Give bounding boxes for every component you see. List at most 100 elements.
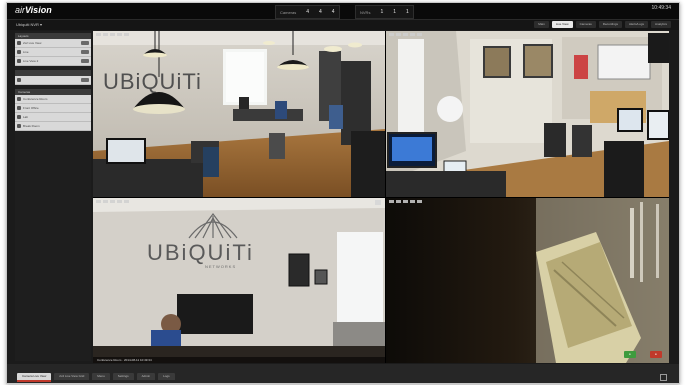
camera-stat-value: 4 — [331, 9, 335, 15]
layout-item-label: Live View 2 — [23, 59, 39, 63]
app-logo[interactable]: airVision — [15, 5, 52, 15]
logo-name: Vision — [25, 5, 52, 15]
camera-tool-icon[interactable] — [96, 33, 101, 36]
camera-stats: Cameras 4 4 4 — [275, 5, 340, 19]
fullscreen-icon[interactable] — [660, 374, 667, 381]
layout-icon — [17, 41, 21, 45]
camera-tool-icon[interactable] — [403, 33, 408, 36]
camera-item-label: Front Office — [23, 106, 39, 110]
layout-icon — [17, 59, 21, 63]
camera-list-item[interactable]: Front Office — [15, 104, 91, 113]
live-view-grid: UBiQUiTi UBiQUiTi NETWORKS Conference Ro… — [93, 31, 669, 363]
camera-item-label: Break Room — [23, 124, 40, 128]
camera-icon — [17, 115, 21, 119]
camera-tool-icon[interactable] — [103, 33, 108, 36]
view-item[interactable] — [15, 76, 91, 85]
camera-list-item[interactable]: Lab — [15, 113, 91, 122]
layout-item[interactable]: 2x2 Live View — [15, 39, 91, 48]
layout-item-label: 2x2 Live View — [23, 41, 42, 45]
airvision-window: airVision Cameras 4 4 4 NVRs 1 1 1 10:49… — [6, 2, 680, 384]
chevron-down-icon: ▾ — [40, 22, 43, 27]
camera-stat: 4 — [332, 9, 335, 15]
bottom-bar: Camera Live View 2x2 Live View Grid Menu… — [7, 364, 679, 383]
tab-live-view[interactable]: Live View — [551, 21, 573, 28]
layout-item[interactable]: Live — [15, 48, 91, 57]
layout-icon — [17, 50, 21, 54]
layout-item[interactable]: Live View 2 — [15, 57, 91, 66]
camera-list-item[interactable]: Break Room — [15, 122, 91, 131]
camera-settings-icon[interactable] — [375, 200, 381, 205]
camera-stat: 4 — [319, 9, 322, 15]
go-live-button[interactable]: ● — [624, 351, 636, 358]
camera-tool-icon[interactable] — [396, 33, 401, 36]
camera-feed-office[interactable]: UBiQUiTi — [93, 31, 385, 197]
layout-actions-icon[interactable] — [81, 50, 89, 54]
camera-item-label: Conference Room — [23, 97, 48, 101]
clock-time: 10:49:34 — [651, 5, 671, 11]
bottom-tab-grid[interactable]: 2x2 Live View Grid — [54, 373, 90, 380]
record-button[interactable]: ● — [650, 351, 662, 358]
side-office-image — [386, 31, 669, 197]
tab-cameras[interactable]: Cameras — [575, 21, 596, 28]
camera-stat-value: 4 — [306, 9, 310, 15]
nav-tabs: Main Live View Cameras Recordings Alerts… — [534, 21, 671, 28]
camera-tool-icon[interactable] — [410, 33, 415, 36]
camera-tool-icon[interactable] — [417, 33, 422, 36]
nvr-stat-value: 1 — [406, 9, 409, 15]
camera-tool-icon[interactable] — [110, 200, 115, 203]
view-actions-icon[interactable] — [81, 78, 89, 82]
bottom-tab-camera-live[interactable]: Camera Live View — [17, 373, 52, 382]
bottom-tab-menu[interactable]: Menu — [92, 373, 110, 380]
tab-recordings[interactable]: Recordings — [598, 21, 622, 28]
svg-text:UBiQUiTi: UBiQUiTi — [147, 240, 254, 265]
camera-toolbar — [96, 33, 129, 36]
camera-tool-icon[interactable] — [403, 200, 408, 203]
camera-toolbar — [96, 200, 129, 203]
camera-caption: Conference Room · 2014-08-11 10:49:34 — [93, 357, 385, 363]
tab-analytics[interactable]: Analytics — [650, 21, 671, 28]
nvr-stat: 1 — [380, 9, 383, 15]
nav-bar: Ubiquiti NVR ▾ Main Live View Cameras Re… — [7, 20, 679, 30]
bottom-tab-settings[interactable]: Settings — [112, 373, 134, 380]
camera-tool-icon[interactable] — [389, 200, 394, 203]
logo-prefix: air — [15, 5, 26, 15]
camera-stat: 4 — [306, 9, 309, 15]
site-selector[interactable]: Ubiquiti NVR ▾ — [16, 22, 42, 27]
camera-feed-side-office[interactable] — [386, 31, 669, 197]
camera-tool-icon[interactable] — [124, 200, 129, 203]
layout-actions-icon[interactable] — [81, 41, 89, 45]
camera-icon — [17, 106, 21, 110]
camera-tool-icon[interactable] — [124, 33, 129, 36]
bottom-tab-admin[interactable]: Admin — [136, 373, 156, 380]
camera-item-label: Lab — [23, 115, 29, 119]
tab-alerts-logs[interactable]: Alerts/Logs — [624, 21, 648, 28]
layout-actions-icon[interactable] — [81, 59, 89, 63]
camera-tool-icon[interactable] — [389, 33, 394, 36]
camera-stats-label: Cameras — [280, 9, 297, 15]
camera-tool-icon[interactable] — [117, 33, 122, 36]
tab-main[interactable]: Main — [534, 21, 549, 28]
layout-item-label: Live — [23, 50, 29, 54]
camera-feed-conference[interactable]: UBiQUiTi NETWORKS Conference Room · 2014… — [93, 198, 385, 363]
camera-tool-icon[interactable] — [110, 33, 115, 36]
camera-tool-icon[interactable] — [96, 200, 101, 203]
bottom-tab-logs[interactable]: Logs — [158, 373, 175, 380]
clock: 10:49:34 — [652, 5, 671, 11]
camera-tool-icon[interactable] — [117, 200, 122, 203]
nvr-stat: 1 — [393, 9, 396, 15]
office-scene-image: UBiQUiTi — [93, 31, 385, 197]
nvr-stat-value: 1 — [393, 9, 397, 15]
views-panel — [15, 76, 91, 85]
sidebar: Layouts 2x2 Live View Live Live View 2 C… — [15, 31, 91, 361]
camera-tool-icon[interactable] — [410, 200, 415, 203]
bottom-tabs: Camera Live View 2x2 Live View Grid Menu… — [17, 373, 175, 382]
camera-tool-icon[interactable] — [417, 200, 422, 203]
camera-feed-closeup[interactable] — [386, 198, 669, 363]
nvr-stats-label: NVRs — [360, 9, 371, 15]
camera-list-item[interactable]: Conference Room — [15, 95, 91, 104]
top-bar: airVision Cameras 4 4 4 NVRs 1 1 1 10:49… — [7, 3, 679, 20]
camera-tool-icon[interactable] — [396, 200, 401, 203]
camera-tool-icon[interactable] — [103, 200, 108, 203]
view-icon — [17, 78, 21, 82]
svg-text:UBiQUiTi: UBiQUiTi — [103, 69, 202, 94]
